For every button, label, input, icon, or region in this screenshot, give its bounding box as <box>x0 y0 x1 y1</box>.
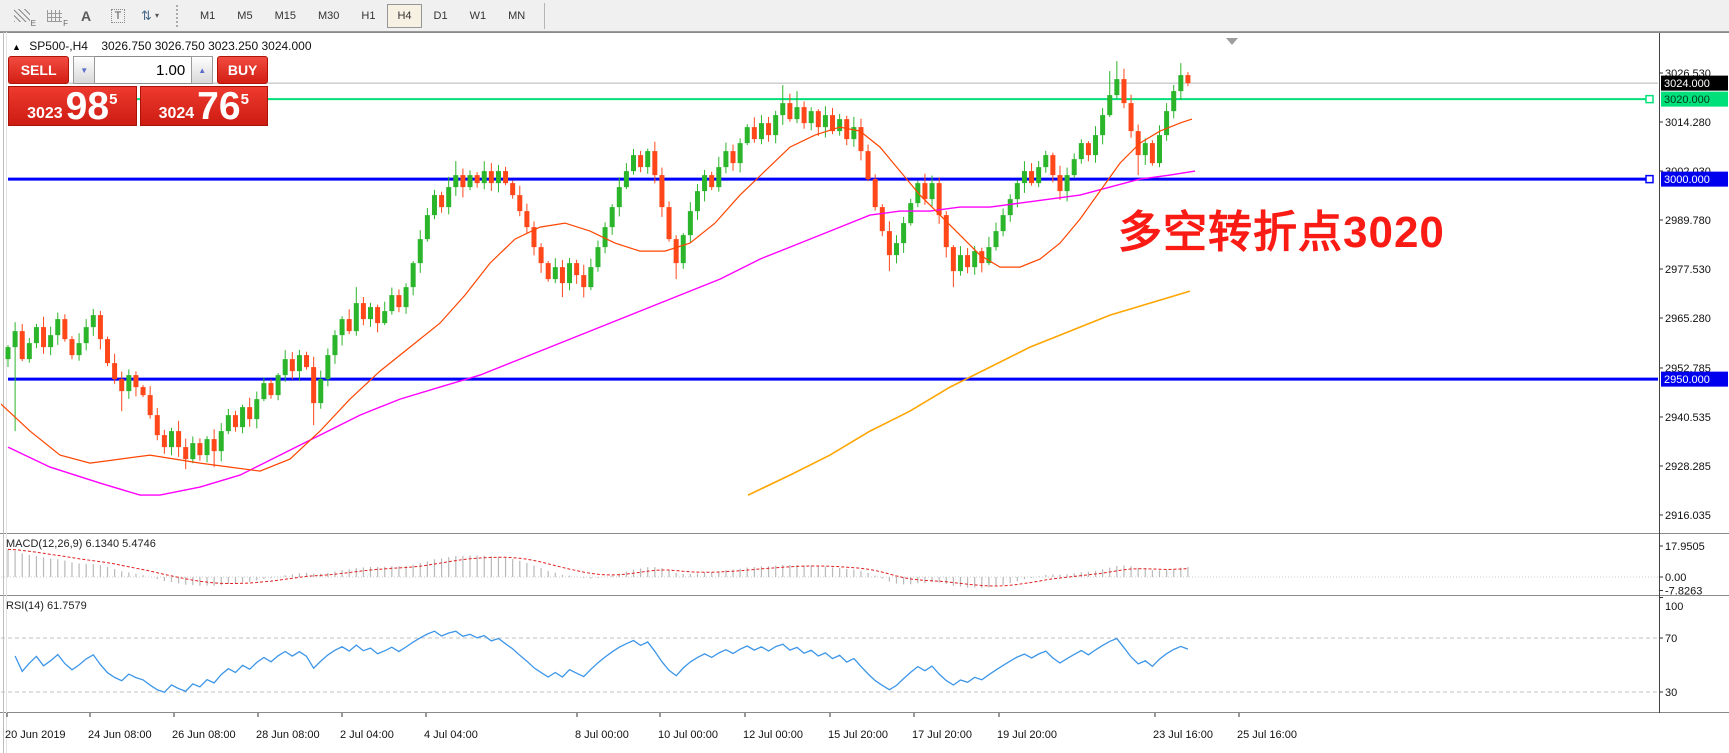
ohlc-values: 3026.750 3026.750 3023.250 3024.000 <box>101 39 311 53</box>
svg-text:4 Jul 04:00: 4 Jul 04:00 <box>424 729 478 741</box>
svg-text:24 Jun 08:00: 24 Jun 08:00 <box>88 729 152 741</box>
sell-price-main: 98 <box>66 92 109 122</box>
volume-decrease-button[interactable]: ▼ <box>73 56 95 84</box>
timeframe-button-h1[interactable]: H1 <box>351 4 385 28</box>
volume-input[interactable] <box>95 56 191 84</box>
svg-text:23 Jul 16:00: 23 Jul 16:00 <box>1153 729 1213 741</box>
svg-text:3000.000: 3000.000 <box>1664 174 1710 186</box>
svg-text:70: 70 <box>1665 633 1677 645</box>
chart-canvas[interactable]: 3026.5303014.2803002.0302989.7802977.530… <box>0 32 1729 753</box>
timeframe-button-w1[interactable]: W1 <box>460 4 497 28</box>
svg-text:2940.535: 2940.535 <box>1665 412 1711 424</box>
chart-text-annotation[interactable]: 多空转折点3020 <box>1118 196 1445 260</box>
timeframe-button-m1[interactable]: M1 <box>190 4 225 28</box>
buy-price-pips: 5 <box>241 92 249 107</box>
trading-terminal: EFAT⇅▾M1M5M15M30H1H4D1W1MN 3026.5303014.… <box>0 0 1729 753</box>
sell-price-box[interactable]: 3023 98 5 <box>8 86 137 126</box>
hline-3000-handle[interactable] <box>1646 176 1653 183</box>
svg-text:30: 30 <box>1665 687 1677 699</box>
toolbar-separator <box>544 3 545 29</box>
timeframe-button-m5[interactable]: M5 <box>227 4 262 28</box>
svg-text:2928.285: 2928.285 <box>1665 461 1711 473</box>
svg-text:3024.000: 3024.000 <box>1664 78 1710 90</box>
macd-label: MACD(12,26,9) 6.1340 5.4746 <box>6 538 156 550</box>
svg-text:10 Jul 00:00: 10 Jul 00:00 <box>658 729 718 741</box>
svg-text:-7.8263: -7.8263 <box>1665 586 1702 598</box>
one-click-trading-panel: SELL ▼ ▲ BUY 3023 98 5 3024 76 5 <box>8 56 268 126</box>
hline-3020-handle[interactable] <box>1646 96 1653 103</box>
timeframe-button-mn[interactable]: MN <box>498 4 535 28</box>
svg-text:20 Jun 2019: 20 Jun 2019 <box>5 729 66 741</box>
toolbar-grip <box>176 5 181 27</box>
svg-text:2 Jul 04:00: 2 Jul 04:00 <box>340 729 394 741</box>
timeframe-button-m30[interactable]: M30 <box>308 4 349 28</box>
buy-price-box[interactable]: 3024 76 5 <box>140 86 269 126</box>
chart-title: ▲ SP500-,H4 3026.750 3026.750 3023.250 3… <box>12 39 312 53</box>
svg-text:2977.530: 2977.530 <box>1665 264 1711 276</box>
svg-text:17 Jul 20:00: 17 Jul 20:00 <box>912 729 972 741</box>
svg-text:3020.000: 3020.000 <box>1664 94 1710 106</box>
svg-text:15 Jul 20:00: 15 Jul 20:00 <box>828 729 888 741</box>
sell-price-pips: 5 <box>109 92 117 107</box>
grid-icon[interactable]: F <box>39 3 69 29</box>
toolbar: EFAT⇅▾ M1M5M15M30H1H4D1W1MN <box>0 0 1729 32</box>
svg-text:12 Jul 00:00: 12 Jul 00:00 <box>743 729 803 741</box>
svg-text:28 Jun 08:00: 28 Jun 08:00 <box>256 729 320 741</box>
buy-price-main: 76 <box>197 92 240 122</box>
svg-text:0.00: 0.00 <box>1665 572 1686 584</box>
text-label-icon[interactable]: A <box>71 3 101 29</box>
timeframe-button-d1[interactable]: D1 <box>424 4 458 28</box>
buy-button[interactable]: BUY <box>217 56 268 84</box>
objects-arrows-icon[interactable]: ⇅▾ <box>135 3 165 29</box>
svg-text:100: 100 <box>1665 601 1683 613</box>
svg-text:2950.000: 2950.000 <box>1664 374 1710 386</box>
svg-text:2916.035: 2916.035 <box>1665 510 1711 522</box>
svg-text:17.9505: 17.9505 <box>1665 541 1705 553</box>
svg-text:3014.280: 3014.280 <box>1665 117 1711 129</box>
sell-price-handle: 3023 <box>27 106 63 122</box>
svg-text:25 Jul 16:00: 25 Jul 16:00 <box>1237 729 1297 741</box>
buy-price-handle: 3024 <box>159 106 195 122</box>
symbol-timeframe-label: SP500-,H4 <box>29 39 88 53</box>
indicators-icon[interactable]: E <box>7 3 37 29</box>
volume-increase-button[interactable]: ▲ <box>191 56 213 84</box>
svg-text:8 Jul 00:00: 8 Jul 00:00 <box>575 729 629 741</box>
svg-text:19 Jul 20:00: 19 Jul 20:00 <box>997 729 1057 741</box>
collapse-arrow-icon[interactable]: ▲ <box>12 42 21 52</box>
sell-button[interactable]: SELL <box>8 56 69 84</box>
svg-text:2989.780: 2989.780 <box>1665 215 1711 227</box>
timeframe-button-h4[interactable]: H4 <box>387 4 421 28</box>
svg-text:2965.280: 2965.280 <box>1665 313 1711 325</box>
rsi-label: RSI(14) 61.7579 <box>6 600 87 612</box>
timeframe-button-m15[interactable]: M15 <box>265 4 306 28</box>
text-box-icon[interactable]: T <box>103 3 133 29</box>
svg-text:26 Jun 08:00: 26 Jun 08:00 <box>172 729 236 741</box>
